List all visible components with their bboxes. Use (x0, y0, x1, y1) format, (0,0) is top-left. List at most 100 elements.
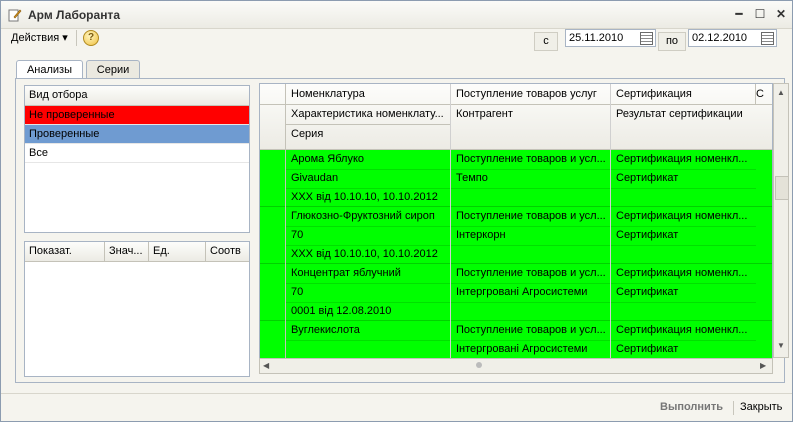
row-characteristic[interactable]: 70 (286, 283, 451, 302)
row-receipt[interactable]: Поступление товаров и усл... (451, 321, 611, 340)
calendar-icon[interactable] (761, 32, 774, 45)
row-cert-result[interactable]: Сертификат (611, 283, 756, 302)
calendar-icon[interactable] (640, 32, 653, 45)
row-cell-divider (611, 340, 756, 341)
date-from-field[interactable]: 25.11.2010 (565, 29, 656, 47)
scroll-thumb[interactable] (775, 176, 789, 200)
col-series[interactable]: Серия (286, 125, 451, 144)
row-cell-divider (286, 188, 451, 189)
grid-vertical-scrollbar[interactable]: ▲ ▼ (773, 83, 789, 358)
execute-button[interactable]: Выполнить (660, 401, 723, 413)
scroll-thumb[interactable] (476, 362, 482, 368)
scroll-right-icon[interactable]: ▶ (760, 361, 766, 370)
row-cell-divider (451, 340, 611, 341)
col-nomenclature[interactable]: Номенклатура (286, 85, 451, 104)
date-to-field[interactable]: 02.12.2010 (688, 29, 777, 47)
row-contractor[interactable]: Інтеркорн (451, 226, 611, 245)
footer-bar: Выполнить Закрыть (1, 393, 792, 422)
row-cell-divider (286, 245, 451, 246)
row-cell-divider (611, 188, 756, 189)
date-to-label: по (658, 32, 686, 51)
row-contractor[interactable]: Інтергровані Агросистеми (451, 340, 611, 359)
header-divider (286, 124, 451, 125)
row-receipt[interactable]: Поступление товаров и усл... (451, 150, 611, 169)
close-button[interactable]: Закрыть (740, 401, 782, 413)
row-certification[interactable]: Сертификация номенкл... (611, 207, 756, 226)
row-cert-result[interactable]: Сертификат (611, 340, 756, 359)
col-certification[interactable]: Сертификация (611, 85, 756, 104)
tab-analyses[interactable]: Анализы (16, 60, 83, 80)
minimize-icon[interactable]: ━ (731, 6, 747, 22)
row-cell-divider (286, 340, 451, 341)
scroll-down-icon[interactable]: ▼ (777, 341, 785, 350)
date-from-value: 25.11.2010 (569, 32, 624, 44)
nomenclature-grid: Номенклатура Поступление товаров услуг С… (259, 83, 773, 374)
row-contractor[interactable]: Інтергровані Агросистеми (451, 283, 611, 302)
col-characteristic[interactable]: Характеристика номенклату... (286, 105, 451, 124)
row-nomenclature[interactable]: Вуглекислота (286, 321, 451, 340)
col-cert-result[interactable]: Результат сертификации (611, 105, 756, 124)
row-characteristic[interactable] (286, 340, 451, 359)
row-cell-divider (286, 283, 451, 284)
row-cell-divider (611, 245, 756, 246)
maximize-icon[interactable]: ☐ (752, 6, 768, 22)
row-cell-divider (451, 245, 611, 246)
date-from-label: с (534, 32, 558, 51)
help-icon[interactable]: ? (83, 30, 99, 46)
row-cell-divider (611, 283, 756, 284)
scroll-up-icon[interactable]: ▲ (777, 88, 785, 97)
header-divider (260, 104, 772, 105)
row-cell-divider (286, 169, 451, 170)
tab-series[interactable]: Серии (86, 60, 140, 79)
col-unit[interactable]: Ед. (149, 242, 206, 261)
row-cell-divider (451, 302, 611, 303)
row-nomenclature[interactable]: Концентрат яблучний (286, 264, 451, 283)
row-receipt[interactable]: Поступление товаров и усл... (451, 207, 611, 226)
row-series[interactable]: 0001 від 12.08.2010 (286, 302, 451, 321)
filter-item-unchecked[interactable]: Не проверенные (25, 106, 249, 125)
filter-item-checked[interactable]: Проверенные (25, 125, 249, 144)
actions-menu[interactable]: Действия ▾ (11, 31, 68, 44)
grid-horizontal-scrollbar[interactable]: ◀ ▶ (259, 358, 773, 374)
toolbar-separator (76, 30, 77, 46)
analyses-panel: Вид отбора Не проверенные Проверенные Вс… (15, 78, 789, 383)
grid-col-divider (450, 84, 451, 364)
row-nomenclature[interactable]: Глюкозно-Фруктозний сироп (286, 207, 451, 226)
row-characteristic[interactable]: 70 (286, 226, 451, 245)
filter-item-all[interactable]: Все (25, 144, 249, 163)
row-series[interactable]: XXX від 10.10.10, 10.10.2012 (286, 245, 451, 264)
row-cell-divider (286, 302, 451, 303)
main-window: Арм Лаборанта ━ ☐ ✕ Действия ▾ ? с 25.11… (0, 0, 793, 422)
grid-col-divider (610, 84, 611, 364)
scroll-left-icon[interactable]: ◀ (263, 361, 269, 370)
app-icon (8, 9, 22, 22)
row-certification[interactable]: Сертификация номенкл... (611, 150, 756, 169)
row-cell-divider (451, 169, 611, 170)
row-contractor[interactable]: Темпо (451, 169, 611, 188)
grid-col-divider (755, 84, 756, 104)
row-nomenclature[interactable]: Арома Яблуко (286, 150, 451, 169)
col-match[interactable]: Соотв (206, 242, 249, 261)
row-cell-divider (451, 188, 611, 189)
row-certification[interactable]: Сертификация номенкл... (611, 264, 756, 283)
row-certification[interactable]: Сертификация номенкл... (611, 321, 756, 340)
col-indicator[interactable]: Показат. (25, 242, 105, 261)
col-extra[interactable]: С (756, 85, 772, 104)
row-cell-divider (286, 226, 451, 227)
title-bar: Арм Лаборанта ━ ☐ ✕ (1, 1, 792, 29)
row-characteristic[interactable]: Givaudan (286, 169, 451, 188)
row-cell-divider (451, 283, 611, 284)
filter-header-label: Вид отбора (29, 89, 88, 101)
indicators-header: Показат. Знач... Ед. Соотв (25, 242, 249, 262)
row-cert-result[interactable]: Сертификат (611, 169, 756, 188)
filter-list: Вид отбора Не проверенные Проверенные Вс… (24, 85, 250, 233)
row-receipt[interactable]: Поступление товаров и усл... (451, 264, 611, 283)
row-series[interactable]: XXX від 10.10.10, 10.10.2012 (286, 188, 451, 207)
close-icon[interactable]: ✕ (773, 6, 789, 22)
col-contractor[interactable]: Контрагент (451, 105, 611, 124)
window-title: Арм Лаборанта (28, 8, 120, 22)
col-value[interactable]: Знач... (105, 242, 149, 261)
row-cert-result[interactable]: Сертификат (611, 226, 756, 245)
row-cell-divider (451, 226, 611, 227)
col-receipt[interactable]: Поступление товаров услуг (451, 85, 611, 104)
